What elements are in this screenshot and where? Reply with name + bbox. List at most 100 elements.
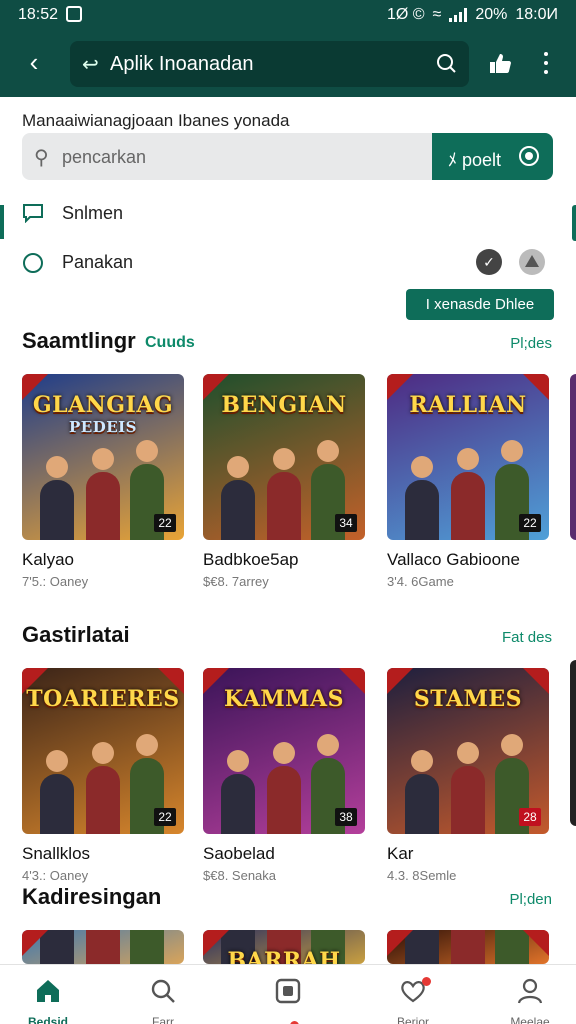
game-logo: BARRAH <box>227 948 341 964</box>
game-art[interactable]: BARRAH <box>203 930 365 964</box>
game-title: Snallklos <box>22 844 91 863</box>
edge-tab-left[interactable] <box>0 205 4 239</box>
hero-head <box>227 750 249 772</box>
hero-head <box>457 448 479 470</box>
hero-head <box>317 734 339 756</box>
clock-icon[interactable]: ✓ <box>476 249 502 275</box>
section-see-all-link[interactable]: Pl;des <box>510 335 552 352</box>
status-bar: 18:52 1Ø © ≈ 20% 18:0И <box>0 0 576 30</box>
game-logo: STAMES <box>413 686 523 712</box>
hero-head <box>46 456 68 478</box>
nav-search[interactable]: Farr <box>115 965 211 1024</box>
status-right: 1Ø © ≈ 20% 18:0И <box>387 6 558 24</box>
hero-head <box>46 750 68 772</box>
corner-ribbon <box>387 930 413 956</box>
game-art[interactable]: KAMMAS 38 <box>203 668 365 834</box>
thumbs-up-icon[interactable] <box>488 52 512 74</box>
home-icon <box>37 980 59 1002</box>
game-art[interactable]: RALLIAN 22 <box>387 374 549 540</box>
edge-tab-right[interactable] <box>572 205 576 241</box>
upload-icon[interactable] <box>519 249 545 275</box>
game-art[interactable]: STAMES 28 <box>387 668 549 834</box>
rating-badge: 22 <box>519 514 541 532</box>
back-arrow-icon[interactable]: ‹ <box>20 48 48 76</box>
status-time: 18:52 <box>18 6 59 23</box>
game-meta: 7'5.: Oaney <box>22 574 89 589</box>
target-icon <box>519 146 539 166</box>
option-label: Panakan <box>62 252 134 272</box>
hero-figure <box>451 472 485 540</box>
game-logo: GLANGIAG <box>32 392 174 418</box>
page-subtitle: Manaaiwianagjoaan Ibanes yonada <box>22 111 290 130</box>
game-logo: RALLIAN <box>409 392 527 418</box>
nav-label: Bedsid <box>27 1015 68 1024</box>
hero-figure <box>451 930 485 964</box>
nav-label: Berior <box>396 1015 429 1024</box>
hero-figure <box>130 930 164 964</box>
bottom-nav: Bedsid Farr Berior Meelae <box>0 964 576 1024</box>
game-title: Vallaco Gabioone <box>387 550 520 569</box>
rating-badge: 34 <box>335 514 357 532</box>
game-title: Kar <box>387 844 414 863</box>
nav-label: Meelae <box>510 1015 550 1024</box>
back-hook-icon: ↩ <box>82 54 99 76</box>
chat-icon <box>22 203 44 228</box>
game-title: Badbkoe5ap <box>203 550 299 569</box>
hero-head <box>411 456 433 478</box>
nav-profile[interactable]: Meelae <box>482 965 576 1024</box>
search-icon[interactable] <box>435 52 457 74</box>
game-art[interactable]: GLANGIAG PEDEIS 22 <box>22 374 184 540</box>
corner-ribbon <box>22 930 48 956</box>
hero-head <box>136 734 158 756</box>
next-card-peek[interactable] <box>570 374 576 540</box>
game-meta: 4.3. 8Semle <box>387 868 457 883</box>
corner-ribbon <box>523 930 549 956</box>
game-art[interactable] <box>22 930 184 964</box>
hero-head <box>273 742 295 764</box>
section-title: Saamtlingr <box>22 328 136 353</box>
hero-head <box>317 440 339 462</box>
hero-figure <box>267 472 301 540</box>
game-logo: KAMMAS <box>224 686 344 712</box>
game-meta: 4'3.: Oaney <box>22 868 89 883</box>
game-art[interactable]: BENGIAN 34 <box>203 374 365 540</box>
hero-figure <box>86 766 120 834</box>
next-card-peek[interactable] <box>570 660 576 826</box>
nav-home[interactable]: Bedsid <box>0 965 96 1024</box>
hero-figure <box>86 472 120 540</box>
rating-badge: 22 <box>154 514 176 532</box>
game-art[interactable]: TOARIERES 22 <box>22 668 184 834</box>
game-logo: BENGIAN <box>221 392 347 418</box>
nav-favorites[interactable]: Berior <box>365 965 461 1024</box>
filter-button[interactable]: ﾒ poelt <box>432 133 553 180</box>
section-title: Kadiresingan <box>22 884 162 909</box>
filter-button-label: ﾒ poelt <box>448 150 502 170</box>
square-icon <box>275 978 301 1004</box>
hero-figure <box>405 774 439 834</box>
battery-text: 20% <box>475 6 508 23</box>
status-extra: 1Ø © <box>386 6 425 23</box>
hero-head <box>227 456 249 478</box>
hero-figure <box>40 480 74 540</box>
hero-head <box>136 440 158 462</box>
radio-icon <box>22 252 44 279</box>
search-icon: ⚲ <box>34 147 49 169</box>
app-bar: 18:52 1Ø © ≈ 20% 18:0И ‹ ↩ Aplik Inoanad… <box>0 0 576 97</box>
section-see-all-link[interactable]: Fat des <box>502 629 552 646</box>
hero-head <box>501 734 523 756</box>
hero-figure <box>405 480 439 540</box>
hero-figure <box>221 480 255 540</box>
notification-icon <box>66 6 82 22</box>
game-logo-sub: PEDEIS <box>68 418 137 436</box>
nav-center[interactable] <box>240 965 336 1024</box>
search-input[interactable]: ↩ Aplik Inoanadan <box>70 41 469 87</box>
sort-button[interactable]: I xenasde Dhlee <box>406 289 554 320</box>
signal-icon <box>449 8 468 22</box>
section-see-all-link[interactable]: Pl;den <box>509 891 552 908</box>
game-logo: TOARIERES <box>26 686 180 712</box>
more-vert-icon[interactable] <box>540 52 552 74</box>
game-meta: $€8. Senaka <box>203 868 277 883</box>
filter-input[interactable]: ⚲ pencarkan <box>22 133 432 180</box>
game-art[interactable] <box>387 930 549 964</box>
hero-head <box>411 750 433 772</box>
